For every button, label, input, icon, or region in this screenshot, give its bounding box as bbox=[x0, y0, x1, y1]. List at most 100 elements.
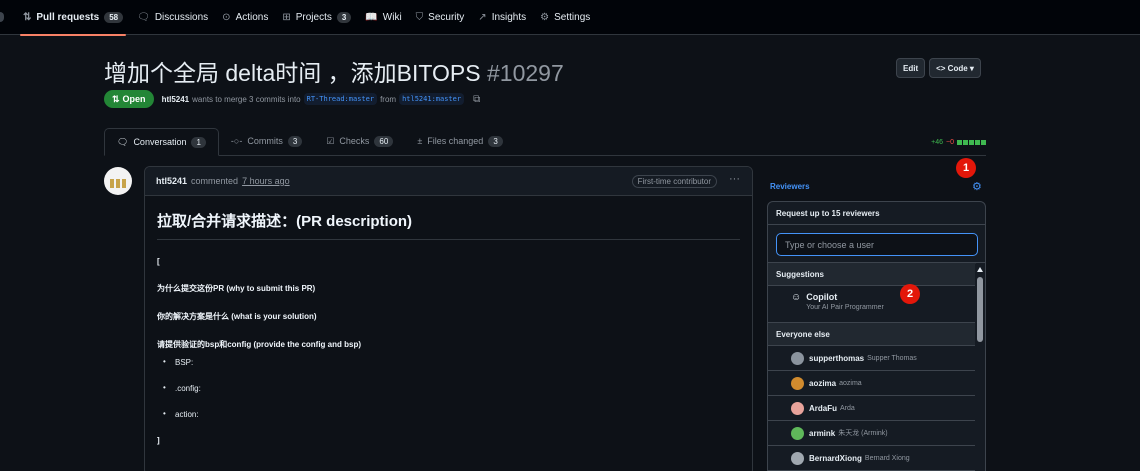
scroll-up-arrow-icon[interactable] bbox=[977, 267, 983, 272]
diffstat[interactable]: +46 −0 bbox=[931, 139, 986, 146]
copilot-icon: ☺ bbox=[791, 292, 802, 303]
scrollbar-thumb[interactable] bbox=[977, 277, 983, 342]
user-fullname: Bernard Xiong bbox=[864, 454, 910, 462]
tab-label: Files changed bbox=[427, 136, 484, 146]
user-login: aozima bbox=[809, 378, 837, 388]
avatar bbox=[791, 351, 804, 365]
reviewers-label[interactable]: Reviewers bbox=[770, 182, 810, 191]
comment-list: BSP: .config: action: bbox=[157, 357, 740, 419]
list-item: .config: bbox=[157, 383, 740, 393]
avatar[interactable] bbox=[104, 167, 132, 195]
comment-line: [ bbox=[157, 257, 160, 266]
comment-body: 拉取/合并请求描述：(PR description) [ 为什么提交这份PR (… bbox=[145, 210, 752, 445]
checks-icon: ☑ bbox=[326, 135, 335, 146]
list-item[interactable]: aozima aozima bbox=[768, 371, 976, 396]
tab-conversation[interactable]: 🗨 Conversation 1 bbox=[104, 128, 219, 156]
nav-pull-requests[interactable]: ⇅ Pull requests 58 bbox=[16, 0, 130, 36]
header-actions: Edit <> Code ▾ bbox=[896, 58, 981, 78]
tab-count: 1 bbox=[191, 136, 206, 148]
nav-settings[interactable]: ⚙ Settings bbox=[533, 0, 597, 35]
insights-icon: ↗ bbox=[478, 11, 487, 23]
from-text: from bbox=[380, 94, 397, 104]
commits-icon: -○- bbox=[230, 136, 243, 146]
wiki-icon: 📖 bbox=[365, 11, 378, 23]
edit-button[interactable]: Edit bbox=[896, 58, 926, 78]
marker-badge-2: 2 bbox=[900, 284, 920, 304]
pr-author[interactable]: htl5241 bbox=[162, 95, 190, 104]
repo-nav: ⇅ Pull requests 58 🗨 Discussions ⊙ Actio… bbox=[0, 0, 1140, 36]
nav-label: Security bbox=[428, 11, 465, 23]
merge-text: wants to merge 3 commits into bbox=[192, 94, 301, 104]
diffstat-bars bbox=[957, 140, 986, 145]
diff-additions: +46 bbox=[931, 139, 944, 146]
scrollbar[interactable] bbox=[975, 264, 985, 471]
copy-icon[interactable]: ⧉ bbox=[473, 94, 480, 105]
tab-label: Checks bbox=[339, 136, 370, 146]
state-label: Open bbox=[122, 94, 146, 104]
code-button[interactable]: <> Code ▾ bbox=[929, 58, 981, 78]
list-item: BSP: bbox=[157, 357, 740, 367]
pr-tabs: 🗨 Conversation 1 -○- Commits 3 ☑ Checks … bbox=[104, 128, 986, 156]
user-fullname: Supper Thomas bbox=[867, 354, 917, 362]
nav-insights[interactable]: ↗ Insights bbox=[471, 0, 533, 35]
nav-label: Projects bbox=[295, 11, 332, 23]
first-time-contributor-badge: First-time contributor bbox=[631, 175, 717, 188]
security-icon: ⛉ bbox=[415, 11, 424, 23]
suggestion-copilot[interactable]: ☺ Copilot Your AI Pair Programmer bbox=[768, 286, 976, 323]
settings-gear-icon: ⚙ bbox=[540, 11, 550, 23]
list-item[interactable]: ArdaFu Arda bbox=[768, 396, 976, 421]
nav-security[interactable]: ⛉ Security bbox=[409, 0, 472, 35]
head-branch[interactable]: htl5241:master bbox=[399, 93, 465, 105]
pr-title: 增加个全局 delta时间 ，添加BITOPS #10297 bbox=[104, 54, 564, 88]
user-login: ArdaFu bbox=[809, 403, 837, 413]
user-fullname: aozima bbox=[839, 379, 862, 387]
reviewers-popover: Request up to 15 reviewers Suggestions ☺… bbox=[767, 201, 986, 471]
user-login: BernardXiong bbox=[809, 453, 862, 463]
diff-deletions: −0 bbox=[946, 139, 954, 146]
nav-actions[interactable]: ⊙ Actions bbox=[215, 0, 275, 35]
nav-discussions[interactable]: 🗨 Discussions bbox=[130, 0, 215, 35]
comment-box: htl5241 commented 7 hours ago First-time… bbox=[144, 166, 753, 471]
gear-icon[interactable]: ⚙ bbox=[972, 180, 982, 193]
nav-wiki[interactable]: 📖 Wiki bbox=[358, 0, 408, 35]
tab-checks[interactable]: ☑ Checks 60 bbox=[314, 127, 405, 155]
base-branch[interactable]: RT-Thread:master bbox=[303, 93, 378, 105]
tab-files-changed[interactable]: ± Files changed 3 bbox=[405, 127, 514, 155]
comment-line: ] bbox=[157, 436, 160, 445]
avatar bbox=[791, 426, 804, 440]
nav-projects[interactable]: ⊞ Projects 3 bbox=[275, 0, 358, 35]
pr-number: #10297 bbox=[486, 60, 564, 86]
comment-line: 你的解决方案是什么 (what is your solution) bbox=[157, 312, 317, 321]
avatar bbox=[791, 451, 804, 465]
comment-action: commented bbox=[191, 176, 239, 186]
tab-label: Commits bbox=[247, 136, 283, 146]
list-item[interactable]: BernardXiong Bernard Xiong bbox=[768, 446, 976, 471]
tab-label: Conversation bbox=[133, 137, 187, 147]
comment-time[interactable]: 7 hours ago bbox=[242, 176, 290, 186]
projects-icon: ⊞ bbox=[282, 11, 291, 23]
suggestion-subtitle: Your AI Pair Programmer bbox=[806, 304, 884, 311]
list-item[interactable]: armink 朱天龙 (Armink) bbox=[768, 421, 976, 446]
kebab-menu-icon[interactable]: ··· bbox=[729, 173, 740, 185]
git-pull-request-icon: ⇅ bbox=[112, 93, 120, 104]
list-item[interactable]: supperthomas Supper Thomas bbox=[768, 346, 976, 371]
suggestions-header: Suggestions bbox=[768, 263, 976, 286]
nav-count: 58 bbox=[104, 11, 124, 23]
nav-edge bbox=[0, 12, 4, 22]
discussions-icon: 🗨 bbox=[137, 11, 150, 23]
search-input[interactable] bbox=[776, 233, 978, 256]
nav-label: Actions bbox=[235, 11, 269, 23]
pr-title-text: 增加个全局 delta时间 ，添加BITOPS bbox=[104, 60, 481, 86]
comment-heading: 拉取/合并请求描述：(PR description) bbox=[157, 210, 740, 240]
everyone-header: Everyone else bbox=[768, 323, 976, 346]
tab-commits[interactable]: -○- Commits 3 bbox=[219, 127, 314, 155]
nav-label: Insights bbox=[491, 11, 527, 23]
comment-header: htl5241 commented 7 hours ago First-time… bbox=[145, 167, 752, 196]
conversation-icon: 🗨 bbox=[117, 136, 129, 147]
git-pull-request-icon: ⇅ bbox=[23, 11, 32, 23]
popover-search bbox=[768, 225, 985, 263]
tab-count: 3 bbox=[488, 135, 503, 147]
list-item: action: bbox=[157, 409, 740, 419]
comment-author[interactable]: htl5241 bbox=[156, 176, 187, 186]
marker-badge-1: 1 bbox=[956, 158, 976, 178]
